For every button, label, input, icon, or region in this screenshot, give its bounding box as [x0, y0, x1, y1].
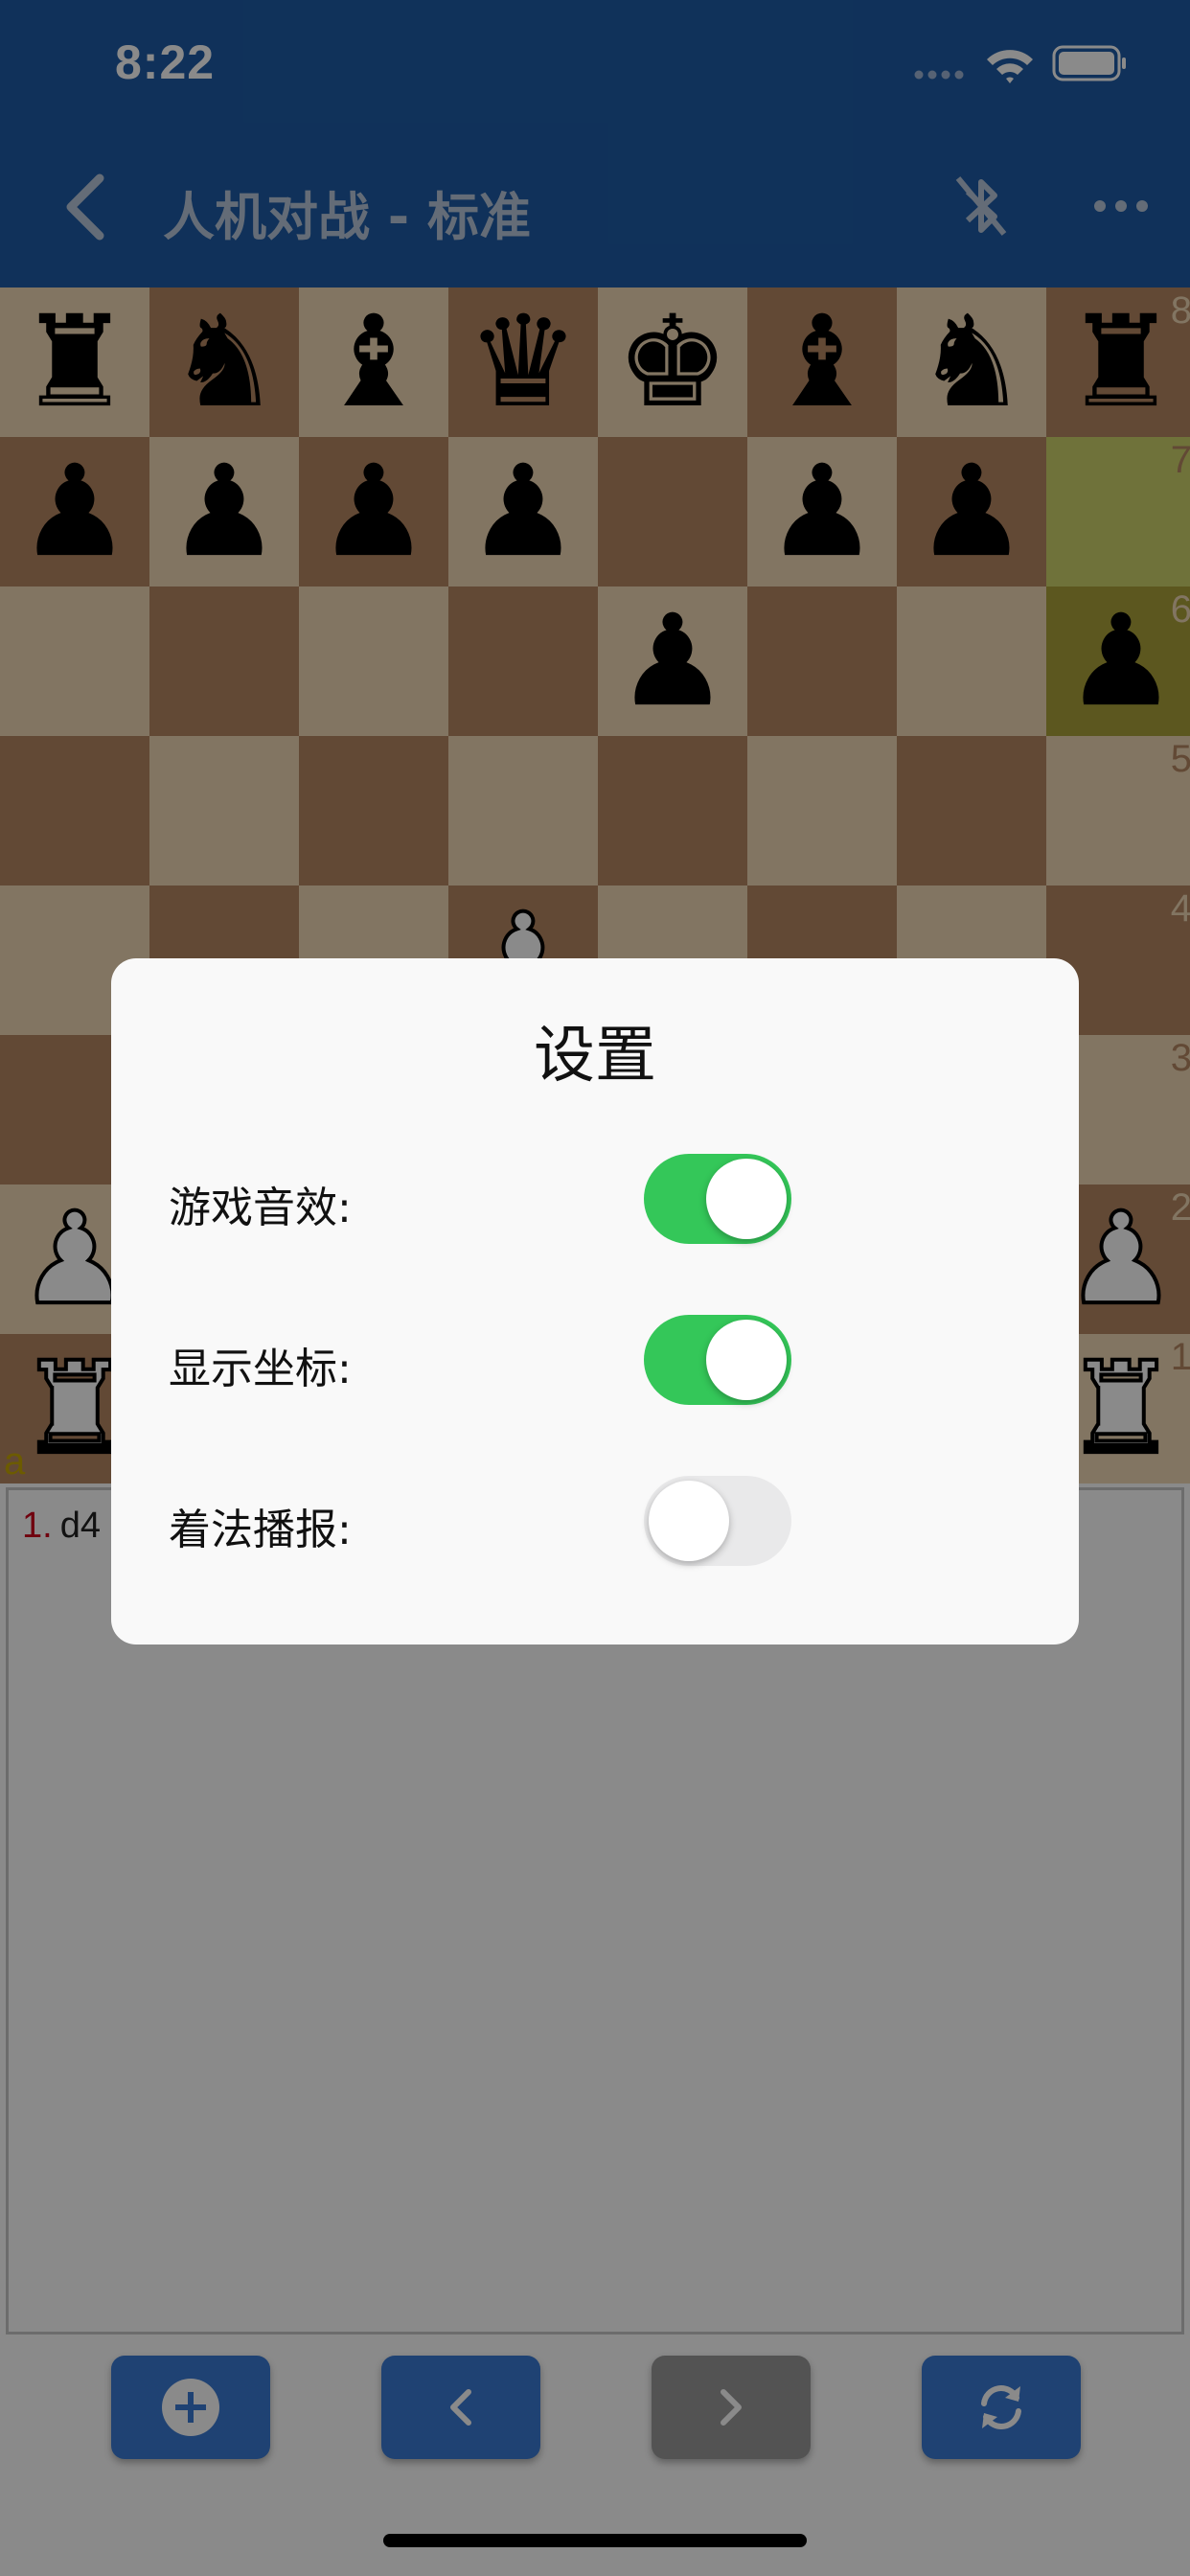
setting-label: 着法播报:: [169, 1506, 352, 1554]
setting-row-coordinates: 显示坐标:: [111, 1315, 1079, 1407]
setting-row-sound: 游戏音效:: [111, 1154, 1079, 1246]
coordinates-toggle[interactable]: [644, 1315, 791, 1405]
move-announce-toggle[interactable]: [644, 1476, 791, 1566]
setting-label: 游戏音效:: [169, 1184, 352, 1232]
toggle-knob: [706, 1320, 787, 1400]
sound-toggle[interactable]: [644, 1154, 791, 1244]
settings-dialog: 设置 游戏音效: 显示坐标: 着法播报:: [111, 958, 1079, 1644]
setting-row-move-announce: 着法播报:: [111, 1476, 1079, 1568]
setting-label: 显示坐标:: [169, 1345, 352, 1393]
toggle-knob: [706, 1159, 787, 1239]
toggle-knob: [649, 1481, 729, 1561]
dialog-title: 设置: [534, 1021, 656, 1092]
